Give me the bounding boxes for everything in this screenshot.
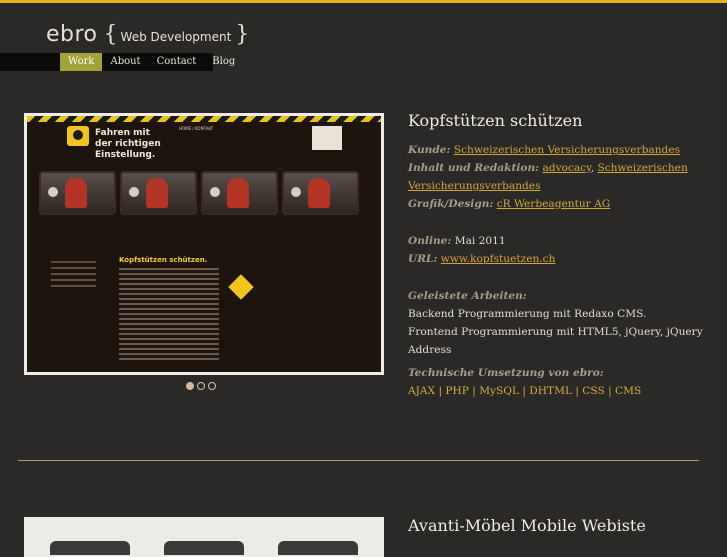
design-link[interactable]: cR Werbeagentur AG (497, 198, 611, 210)
work-label: Geleistete Arbeiten: (408, 290, 527, 302)
url-row: URL: www.kopfstuetzen.ch (408, 253, 556, 265)
video-thumb (282, 171, 359, 215)
client-link[interactable]: Schweizerischen Versicherungsverbandes (454, 144, 680, 156)
tech-label: Technische Umsetzung von ebro: (408, 367, 604, 379)
project-url-link[interactable]: www.kopfstuetzen.ch (441, 253, 556, 265)
project-screenshot[interactable]: Fahren mit der richtigen Einstellung. HO… (24, 113, 384, 375)
main-nav: Work About Contact Blog (60, 53, 243, 71)
design-row: Grafik/Design: cR Werbeagentur AG (408, 198, 611, 210)
work-item: Backend Programmierung mit Redaxo CMS. (408, 308, 647, 320)
brand-tagline: Web Development (120, 30, 232, 44)
video-thumb (201, 171, 278, 215)
hazard-stripe (27, 116, 381, 122)
work-item: Frontend Programmierung mit HTML5, jQuer… (408, 326, 703, 356)
project-title: Kopfstützen schützen (408, 111, 583, 130)
play-icon (129, 187, 139, 197)
video-thumb (39, 171, 116, 215)
screenshot-article-text (119, 268, 219, 363)
section-divider (18, 460, 699, 461)
screenshot-website-preview: Fahren mit der richtigen Einstellung. HO… (27, 116, 381, 372)
slide-dot-2[interactable] (197, 382, 205, 390)
screenshot-video-thumbs (39, 171, 359, 215)
nav-item-contact[interactable]: Contact (149, 53, 205, 71)
device-mockup (278, 541, 358, 555)
screenshot-article-title: Kopfstützen schützen. (119, 256, 208, 264)
play-icon (291, 187, 301, 197)
play-icon (48, 187, 58, 197)
warning-sign-icon (228, 274, 254, 300)
slide-dot-3[interactable] (208, 382, 216, 390)
brand-brace-close: } (235, 22, 250, 47)
screenshot-info-box (312, 126, 342, 150)
project-details: Kopfstützen schützen Kunde: Schweizerisc… (408, 111, 718, 400)
device-mockup (50, 541, 130, 555)
brand-name: ebro (46, 22, 98, 47)
top-accent-bar (0, 0, 727, 3)
online-date: Mai 2011 (454, 235, 506, 247)
slideshow-pager (186, 382, 216, 390)
online-row: Online: Mai 2011 (408, 235, 506, 247)
content-row: Inhalt und Redaktion: advocacy, Schweize… (408, 162, 688, 192)
nav-item-about[interactable]: About (102, 53, 148, 71)
project-screenshot-2[interactable] (24, 517, 384, 557)
play-icon (210, 187, 220, 197)
content-link-advocacy[interactable]: advocacy (542, 162, 590, 174)
video-thumb (120, 171, 197, 215)
headrest-logo-icon (67, 126, 89, 146)
client-row: Kunde: Schweizerischen Versicherungsverb… (408, 144, 681, 156)
nav-item-work[interactable]: Work (60, 53, 103, 71)
slide-dot-1[interactable] (186, 382, 194, 390)
project-title-2: Avanti-Möbel Mobile Webiste (408, 516, 646, 535)
device-mockup (164, 541, 244, 555)
tech-list: AJAX | PHP | MySQL | DHTML | CSS | CMS (408, 385, 642, 397)
site-logo[interactable]: ebro{Web Development} (46, 22, 249, 47)
screenshot-left-column (51, 261, 96, 291)
brand-brace-open: { (103, 22, 118, 47)
screenshot-headline: Fahren mit der richtigen Einstellung. (95, 128, 161, 160)
screenshot-menu: HOME / KONTAKT (179, 126, 214, 131)
nav-item-blog[interactable]: Blog (204, 53, 243, 71)
